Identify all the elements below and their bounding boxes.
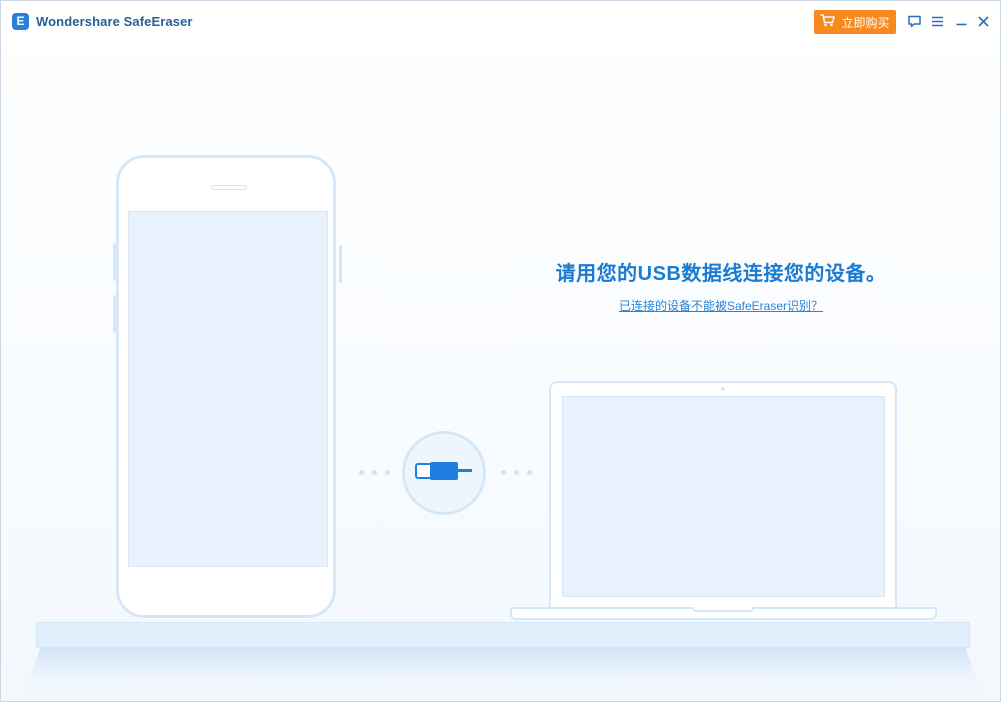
laptop-illustration [549,381,897,607]
laptop-notch [692,607,754,612]
laptop-base [510,607,937,620]
feedback-icon[interactable] [907,14,922,29]
phone-illustration [116,155,336,618]
connector-dots-right [501,470,532,475]
laptop-camera [721,387,725,391]
phone-volume-up-button [113,243,116,281]
device-not-recognized-link[interactable]: 已连接的设备不能被SafeEraser识别？ [546,297,896,314]
desk-shadow [21,648,985,701]
desk-shelf [36,622,970,648]
title-bar: E Wondershare SafeEraser 立即购买 [1,1,1000,43]
close-icon[interactable] [976,14,991,29]
app-title: Wondershare SafeEraser [36,14,193,29]
phone-power-button [339,245,342,283]
phone-screen [128,211,328,567]
app-logo: E [12,13,29,30]
cart-icon [820,14,836,30]
app-window: E Wondershare SafeEraser 立即购买 请用您的USB数据线… [0,0,1001,702]
usb-connector-circle [402,431,486,515]
buy-now-button[interactable]: 立即购买 [814,10,896,34]
connector-dots-left [359,470,390,475]
phone-speaker [211,185,247,190]
connect-device-prompt: 请用您的USB数据线连接您的设备。 [555,263,887,285]
usb-cable-icon [412,459,476,488]
buy-now-label: 立即购买 [841,15,890,30]
minimize-icon[interactable] [954,14,969,29]
laptop-screen [562,396,885,597]
phone-volume-down-button [113,295,116,333]
menu-icon[interactable] [930,14,945,29]
